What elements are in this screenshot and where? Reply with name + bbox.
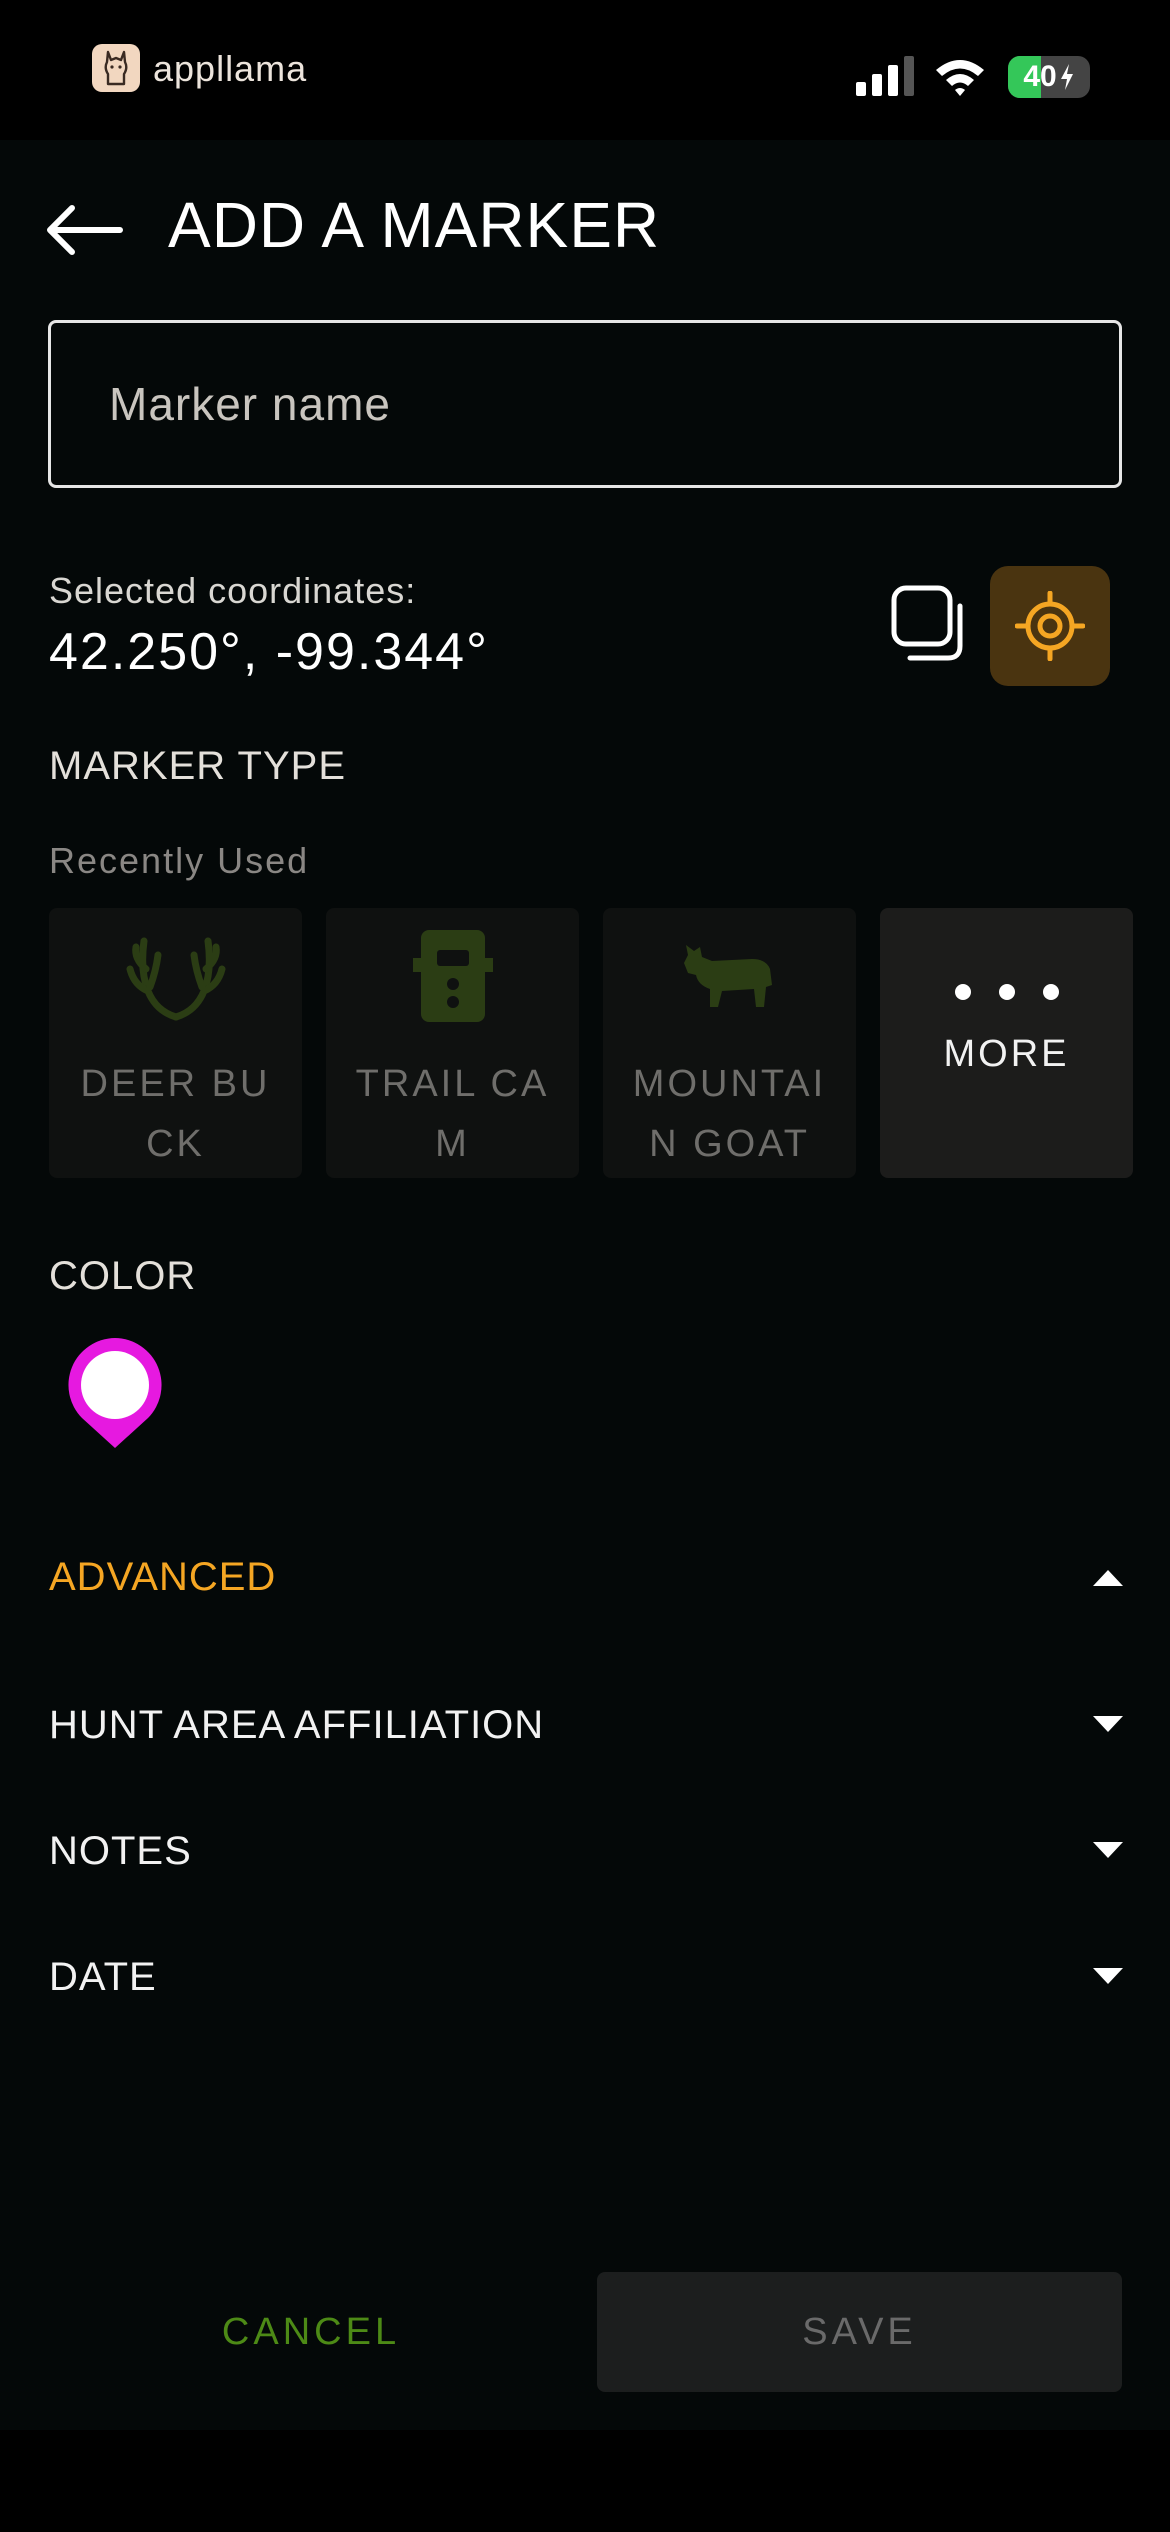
page-title: ADD A MARKER: [168, 189, 661, 261]
crosshair-icon: [1015, 591, 1085, 661]
marker-type-deer-buck[interactable]: DEER BUCK: [49, 908, 302, 1178]
date-label: DATE: [49, 1954, 157, 1999]
marker-type-label: MARKER TYPE: [49, 744, 346, 788]
locate-button[interactable]: [990, 566, 1110, 686]
caret-down-icon: [1093, 1842, 1123, 1858]
marker-type-trail-cam[interactable]: TRAIL CAM: [326, 908, 579, 1178]
notes-toggle[interactable]: NOTES: [49, 1816, 1123, 1886]
mountain-goat-icon: [683, 945, 772, 1007]
tile-label: MOUNTAIN GOAT: [632, 1063, 827, 1165]
color-pin-icon[interactable]: [64, 1334, 166, 1450]
antlers-icon: [126, 937, 225, 1021]
battery-percent: 40: [1023, 60, 1057, 93]
caret-down-icon: [1093, 1968, 1123, 1984]
wifi-icon: [936, 60, 984, 96]
app-name: appllama: [153, 48, 308, 89]
advanced-toggle[interactable]: ADVANCED: [49, 1542, 1123, 1612]
cancel-button[interactable]: CANCEL: [96, 2272, 526, 2392]
battery-icon: 40: [1008, 56, 1090, 98]
trail-camera-icon: [412, 930, 493, 1022]
coordinates-label: Selected coordinates:: [49, 570, 417, 611]
color-label: COLOR: [49, 1254, 197, 1298]
notes-label: NOTES: [49, 1828, 192, 1873]
tile-label: TRAIL CAM: [355, 1063, 550, 1165]
tile-label: MORE: [943, 1033, 1070, 1075]
llama-logo-icon: [92, 44, 140, 92]
bottom-bar: [0, 2430, 1170, 2532]
signal-icon: [856, 56, 914, 96]
marker-name-input[interactable]: [48, 320, 1122, 488]
more-dots-icon: [954, 984, 1059, 1000]
advanced-label: ADVANCED: [49, 1554, 277, 1599]
tile-label: DEER BUCK: [80, 1063, 271, 1165]
caret-up-icon: [1093, 1570, 1123, 1586]
hunt-area-affiliation-toggle[interactable]: HUNT AREA AFFILIATION: [49, 1690, 1123, 1760]
caret-down-icon: [1093, 1716, 1123, 1732]
copy-icon[interactable]: [888, 584, 968, 664]
marker-type-mountain-goat[interactable]: MOUNTAIN GOAT: [603, 908, 856, 1178]
hunt-area-affiliation-label: HUNT AREA AFFILIATION: [49, 1702, 545, 1747]
date-toggle[interactable]: DATE: [49, 1942, 1123, 2012]
save-button[interactable]: SAVE: [597, 2272, 1122, 2392]
recently-used-label: Recently Used: [49, 840, 310, 881]
status-bar: appllama 40: [0, 0, 1170, 140]
back-arrow-icon[interactable]: [44, 200, 124, 260]
marker-type-more-button[interactable]: MORE: [880, 908, 1133, 1178]
charging-icon: [1060, 64, 1073, 90]
coordinates-value: 42.250°, -99.344°: [49, 623, 489, 681]
